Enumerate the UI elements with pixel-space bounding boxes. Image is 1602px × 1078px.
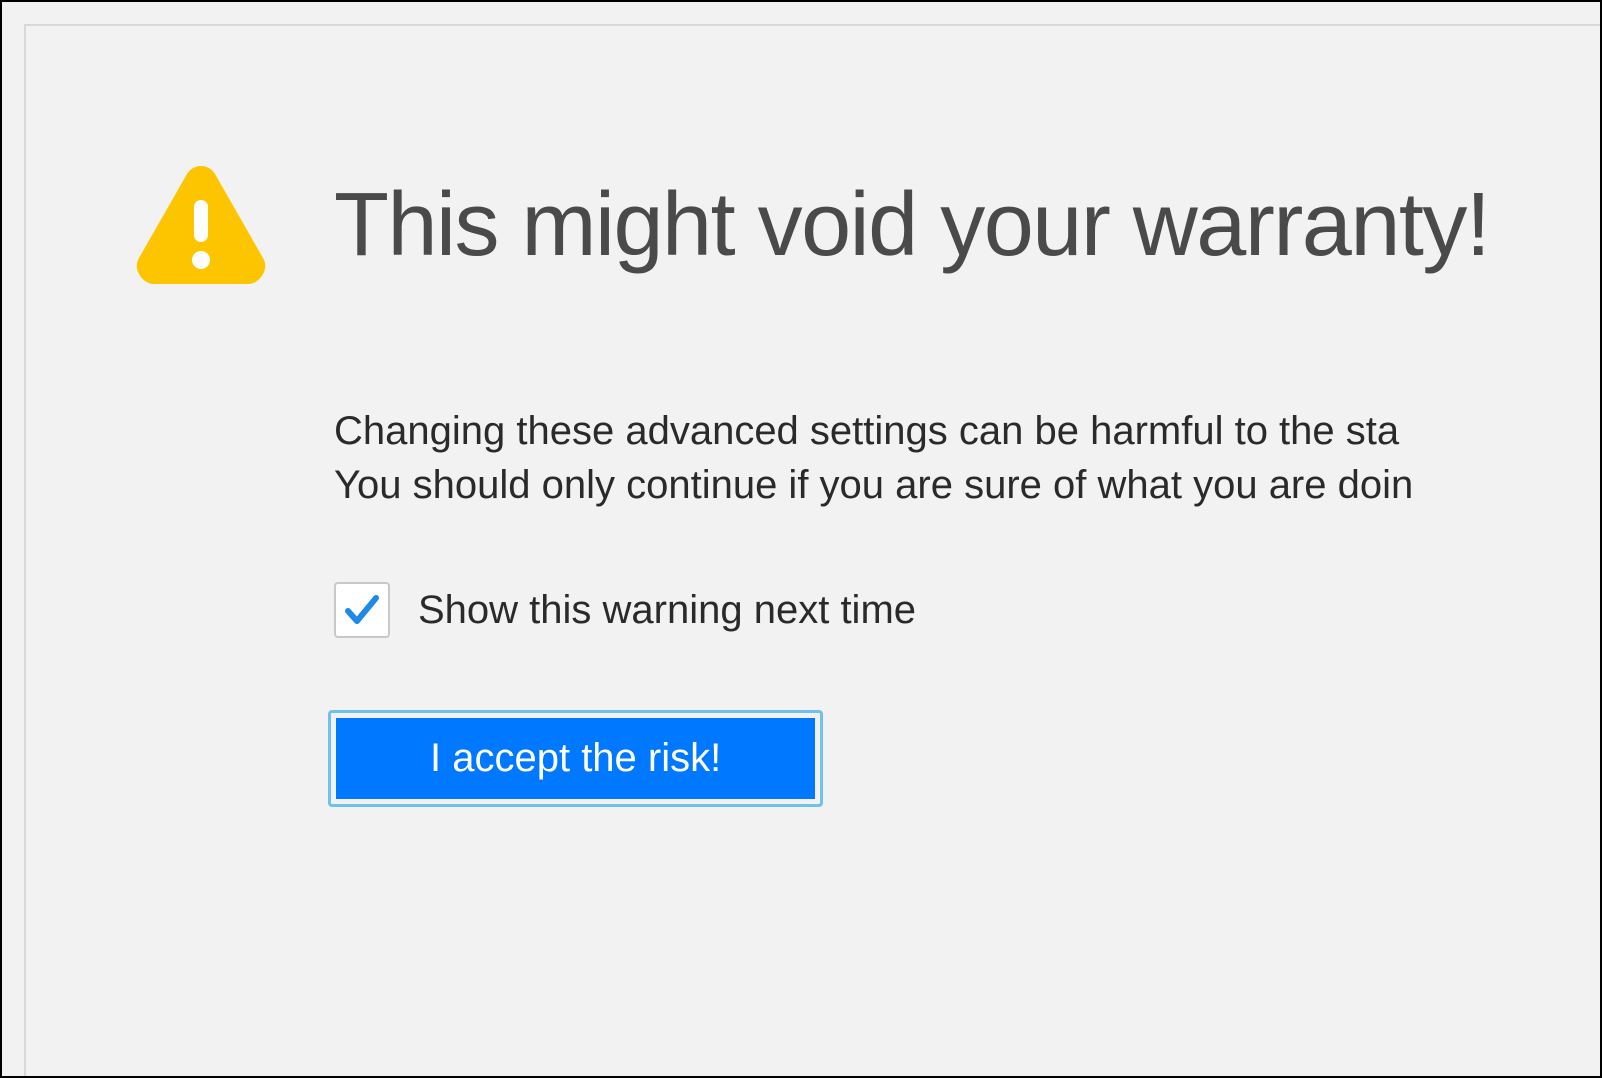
warning-panel: This might void your warranty! Changing … — [24, 24, 1600, 1076]
warning-header: This might void your warranty! — [136, 166, 1600, 284]
checkmark-icon — [342, 590, 382, 630]
show-warning-checkbox-label[interactable]: Show this warning next time — [418, 588, 916, 633]
warning-body-line-2: You should only continue if you are sure… — [334, 458, 1600, 512]
warning-title: This might void your warranty! — [334, 174, 1489, 277]
accept-button-focus-ring: I accept the risk! — [328, 710, 823, 807]
warning-content: This might void your warranty! Changing … — [26, 26, 1600, 807]
show-warning-checkbox-row: Show this warning next time — [334, 582, 1600, 638]
warning-body-line-1: Changing these advanced settings can be … — [334, 404, 1600, 458]
accept-risk-button[interactable]: I accept the risk! — [336, 718, 815, 799]
warning-triangle-icon — [136, 166, 266, 284]
show-warning-checkbox[interactable] — [334, 582, 390, 638]
warning-body: Changing these advanced settings can be … — [334, 404, 1600, 512]
